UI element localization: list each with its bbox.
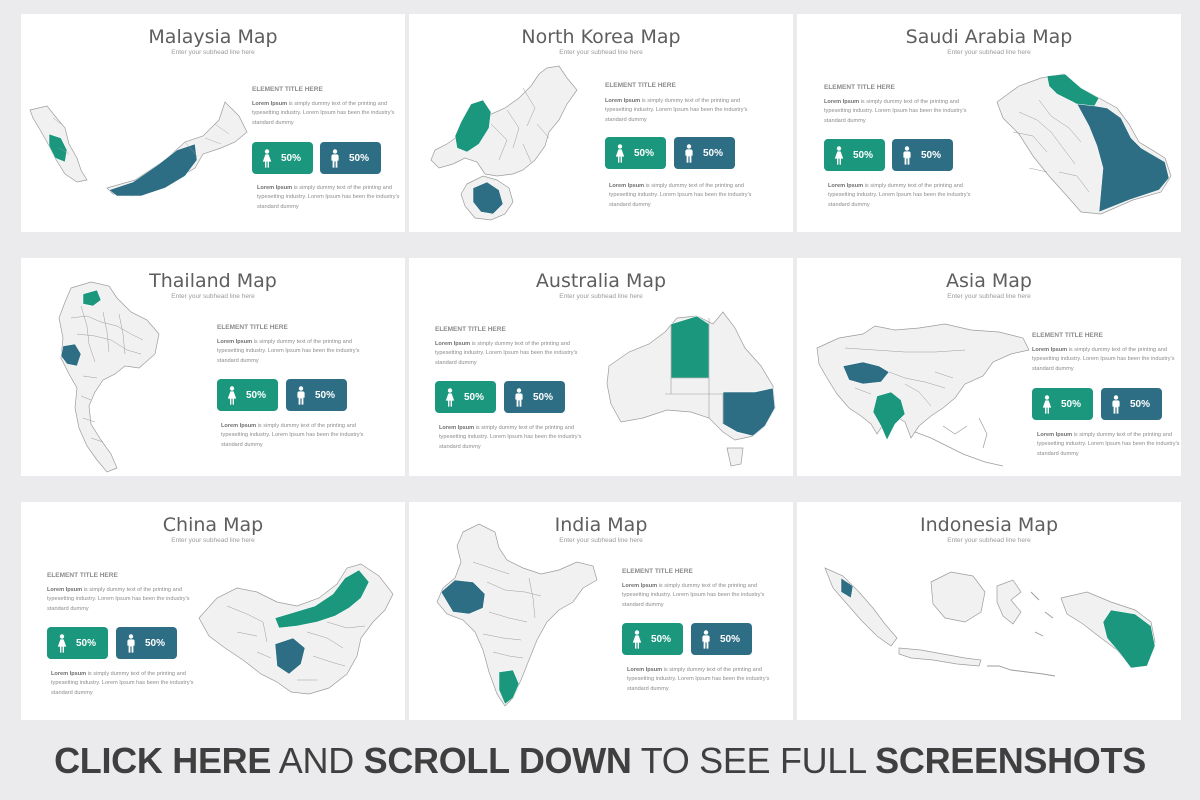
- thailand-map-graphic: [51, 278, 163, 474]
- female-icon: [834, 145, 844, 165]
- promo-banner[interactable]: CLICK HERE AND SCROLL DOWN TO SEE FULL S…: [0, 740, 1200, 782]
- description-text: Lorem Ipsum is simply dummy text of the …: [47, 587, 190, 612]
- banner-text-and: AND: [271, 740, 364, 781]
- male-stat-badge: 50%: [674, 137, 735, 169]
- female-stat-badge: 50%: [1032, 388, 1093, 420]
- slide-subtitle: Enter your subhead line here: [171, 537, 255, 544]
- description-text-2: Lorem Ipsum is simply dummy text of the …: [828, 183, 971, 208]
- slide-subtitle: Enter your subhead line here: [947, 49, 1031, 56]
- male-stat-badge: 50%: [691, 623, 752, 655]
- description-text: Lorem Ipsum is simply dummy text of the …: [824, 99, 967, 124]
- male-stat-badge: 50%: [1101, 388, 1162, 420]
- female-icon: [615, 143, 625, 163]
- description-text-2: Lorem Ipsum is simply dummy text of the …: [221, 423, 364, 448]
- male-icon: [1112, 394, 1120, 414]
- female-icon: [57, 633, 67, 653]
- female-stat-badge: 50%: [435, 381, 496, 413]
- slide-north-korea-map[interactable]: North Korea Map Enter your subhead line …: [409, 14, 793, 232]
- female-stat-badge: 50%: [622, 623, 683, 655]
- element-title: ELEMENT TITLE HERE: [1032, 332, 1103, 339]
- slide-title: Saudi Arabia Map: [905, 26, 1073, 48]
- female-icon: [262, 148, 272, 168]
- description-text: Lorem Ipsum is simply dummy text of the …: [217, 339, 360, 364]
- female-icon: [632, 629, 642, 649]
- asia-map-graphic: [815, 322, 1031, 470]
- female-stat-badge: 50%: [605, 137, 666, 169]
- slide-subtitle: Enter your subhead line here: [947, 537, 1031, 544]
- description-text-2: Lorem Ipsum is simply dummy text of the …: [627, 667, 770, 692]
- slide-subtitle: Enter your subhead line here: [559, 49, 643, 56]
- male-icon: [331, 148, 339, 168]
- malaysia-map-graphic: [25, 98, 250, 198]
- female-stat-badge: 50%: [252, 142, 313, 174]
- china-map-graphic: [197, 562, 395, 710]
- description-text-2: Lorem Ipsum is simply dummy text of the …: [257, 185, 400, 210]
- description-text: Lorem Ipsum is simply dummy text of the …: [622, 583, 765, 608]
- male-icon: [297, 385, 305, 405]
- banner-screenshots: SCREENSHOTS: [875, 740, 1146, 781]
- element-title: ELEMENT TITLE HERE: [47, 572, 118, 579]
- slide-subtitle: Enter your subhead line here: [947, 293, 1031, 300]
- slide-title: Indonesia Map: [919, 514, 1059, 536]
- element-title: ELEMENT TITLE HERE: [217, 324, 288, 331]
- description-text-2: Lorem Ipsum is simply dummy text of the …: [439, 425, 582, 450]
- slide-title: Malaysia Map: [148, 26, 278, 48]
- india-map-graphic: [433, 522, 603, 712]
- male-icon: [515, 387, 523, 407]
- slide-title: China Map: [162, 514, 264, 536]
- male-stat-badge: 50%: [892, 139, 953, 171]
- female-icon: [445, 387, 455, 407]
- saudi-arabia-map-graphic: [989, 72, 1173, 220]
- description-text: Lorem Ipsum is simply dummy text of the …: [1032, 347, 1175, 372]
- male-icon: [702, 629, 710, 649]
- slide-india-map[interactable]: India Map Enter your subhead line here E…: [409, 502, 793, 720]
- banner-text-see-full: TO SEE FULL: [631, 740, 876, 781]
- element-title: ELEMENT TITLE HERE: [252, 86, 323, 93]
- male-stat-badge: 50%: [320, 142, 381, 174]
- slide-subtitle: Enter your subhead line here: [171, 49, 255, 56]
- slide-saudi-arabia-map[interactable]: Saudi Arabia Map Enter your subhead line…: [797, 14, 1181, 232]
- female-stat-badge: 50%: [217, 379, 278, 411]
- slide-subtitle: Enter your subhead line here: [559, 293, 643, 300]
- male-icon: [903, 145, 911, 165]
- female-stat-badge: 50%: [47, 627, 108, 659]
- description-text-2: Lorem Ipsum is simply dummy text of the …: [609, 183, 752, 208]
- australia-map-graphic: [605, 308, 777, 472]
- male-icon: [127, 633, 135, 653]
- male-stat-badge: 50%: [286, 379, 347, 411]
- slide-asia-map[interactable]: Asia Map Enter your subhead line here EL…: [797, 258, 1181, 476]
- element-title: ELEMENT TITLE HERE: [622, 568, 693, 575]
- slide-title: Australia Map: [535, 270, 667, 292]
- slide-indonesia-map[interactable]: Indonesia Map Enter your subhead line he…: [797, 502, 1181, 720]
- slide-australia-map[interactable]: Australia Map Enter your subhead line he…: [409, 258, 793, 476]
- slide-title: Asia Map: [946, 270, 1032, 292]
- slide-thailand-map[interactable]: Thailand Map Enter your subhead line her…: [21, 258, 405, 476]
- description-text: Lorem Ipsum is simply dummy text of the …: [605, 98, 748, 123]
- male-stat-badge: 50%: [504, 381, 565, 413]
- description-text-2: Lorem Ipsum is simply dummy text of the …: [51, 671, 194, 696]
- description-text-2: Lorem Ipsum is simply dummy text of the …: [1037, 432, 1180, 457]
- slide-china-map[interactable]: China Map Enter your subhead line here E…: [21, 502, 405, 720]
- element-title: ELEMENT TITLE HERE: [605, 82, 676, 89]
- male-icon: [685, 143, 693, 163]
- banner-scroll-down: SCROLL DOWN: [363, 740, 632, 781]
- description-text: Lorem Ipsum is simply dummy text of the …: [435, 341, 578, 366]
- north-korea-map-graphic: [427, 64, 592, 224]
- female-icon: [227, 385, 237, 405]
- banner-click-here[interactable]: CLICK HERE: [54, 740, 271, 781]
- slide-malaysia-map[interactable]: Malaysia Map Enter your subhead line her…: [21, 14, 405, 232]
- description-text: Lorem Ipsum is simply dummy text of the …: [252, 101, 395, 126]
- female-icon: [1042, 394, 1052, 414]
- female-stat-badge: 50%: [824, 139, 885, 171]
- indonesia-map-graphic: [821, 562, 1157, 680]
- element-title: ELEMENT TITLE HERE: [824, 84, 895, 91]
- male-stat-badge: 50%: [116, 627, 177, 659]
- slide-title: North Korea Map: [521, 26, 681, 48]
- element-title: ELEMENT TITLE HERE: [435, 326, 506, 333]
